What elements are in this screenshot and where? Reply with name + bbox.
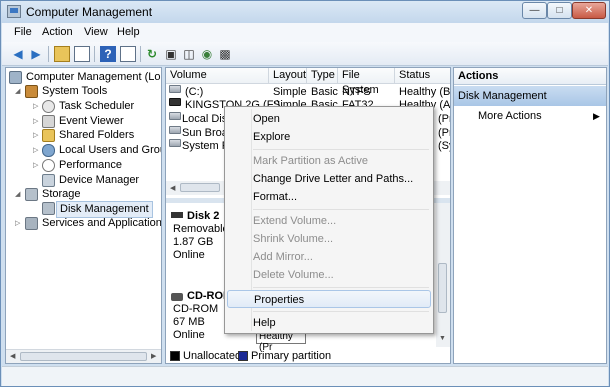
title-bar[interactable]: Computer Management — □ ✕ bbox=[1, 1, 609, 23]
scroll-thumb[interactable] bbox=[438, 263, 447, 313]
navigation-tree: Computer Management (Local ◢ System Tool… bbox=[5, 67, 162, 364]
menu-help[interactable]: Help bbox=[117, 26, 140, 38]
unallocated-swatch bbox=[170, 351, 180, 361]
menu-delete-volume: Delete Volume... bbox=[253, 269, 334, 281]
computer-management-icon bbox=[7, 5, 21, 18]
tools-icon bbox=[25, 85, 38, 98]
console-icon[interactable] bbox=[120, 46, 136, 62]
menu-file[interactable]: File bbox=[14, 26, 32, 38]
column-file-system[interactable]: File System bbox=[338, 68, 395, 96]
expand-icon[interactable]: ▷ bbox=[33, 118, 40, 125]
actions-section-disk-management[interactable]: Disk Management bbox=[454, 86, 606, 106]
menu-format[interactable]: Format... bbox=[253, 188, 429, 206]
menu-help-item[interactable]: Help bbox=[253, 314, 429, 332]
menu-view[interactable]: View bbox=[84, 26, 108, 38]
scroll-thumb[interactable] bbox=[180, 183, 220, 192]
computer-management-window: Computer Management — □ ✕ File Action Vi… bbox=[0, 0, 610, 387]
drive-icon bbox=[169, 126, 181, 134]
expand-icon[interactable]: ▷ bbox=[33, 147, 40, 154]
console2-icon[interactable]: ▩ bbox=[217, 46, 233, 62]
legend: Unallocated Primary partition bbox=[166, 348, 450, 363]
actions-header: Actions bbox=[454, 68, 606, 85]
expand-icon[interactable]: ▷ bbox=[15, 220, 22, 227]
forward-arrow-icon[interactable]: ▶ bbox=[28, 46, 44, 62]
column-volume[interactable]: Volume bbox=[166, 68, 269, 84]
tree-horizontal-scrollbar[interactable]: ◀ ▶ bbox=[6, 349, 161, 363]
menu-open[interactable]: Open bbox=[253, 110, 429, 128]
scroll-down-icon[interactable]: ▼ bbox=[439, 335, 446, 342]
menu-shrink-volume: Shrink Volume... bbox=[253, 233, 334, 245]
shared-folder-icon bbox=[42, 129, 55, 142]
disk-icon[interactable]: ◉ bbox=[199, 46, 215, 62]
menu-separator bbox=[253, 311, 429, 312]
toolbar-separator bbox=[140, 46, 141, 62]
drive-icon bbox=[169, 139, 181, 147]
minimize-button[interactable]: — bbox=[522, 2, 547, 19]
show-hide-tree-icon[interactable] bbox=[74, 46, 90, 62]
disk-management-icon bbox=[42, 202, 55, 215]
toolbar: ◀ ▶ ? ↻ ▣ ◫ ◉ ▩ bbox=[2, 42, 608, 66]
menu-action[interactable]: Action bbox=[42, 26, 73, 38]
performance-icon bbox=[42, 159, 55, 172]
menu-explore[interactable]: Explore bbox=[253, 128, 429, 146]
legend-unallocated: Unallocated bbox=[183, 350, 242, 362]
back-arrow-icon[interactable]: ◀ bbox=[10, 46, 26, 62]
column-status[interactable]: Status bbox=[395, 68, 450, 84]
help-icon[interactable]: ? bbox=[100, 46, 116, 62]
up-folder-icon[interactable] bbox=[54, 46, 70, 62]
cd-drive-icon bbox=[171, 293, 183, 301]
removable-disk-icon bbox=[171, 212, 183, 218]
event-viewer-icon bbox=[42, 115, 55, 128]
export-icon[interactable]: ◫ bbox=[181, 46, 197, 62]
window-title: Computer Management bbox=[26, 5, 153, 19]
expand-icon[interactable]: ▷ bbox=[33, 132, 40, 139]
properties-icon[interactable]: ▣ bbox=[163, 46, 179, 62]
menu-add-mirror: Add Mirror... bbox=[253, 251, 313, 263]
menu-separator bbox=[253, 209, 429, 210]
menu-separator bbox=[253, 287, 429, 288]
menu-mark-partition-active: Mark Partition as Active bbox=[253, 155, 368, 167]
status-bar bbox=[2, 366, 608, 386]
more-actions-link[interactable]: More Actions bbox=[478, 109, 542, 123]
expand-icon[interactable]: ▷ bbox=[33, 103, 40, 110]
menu-extend-volume: Extend Volume... bbox=[253, 215, 337, 227]
drive-icon bbox=[169, 85, 181, 93]
menu-bar: File Action View Help bbox=[2, 23, 608, 42]
scroll-left-icon[interactable]: ◀ bbox=[170, 184, 175, 192]
scroll-thumb[interactable] bbox=[20, 352, 147, 361]
refresh-icon[interactable]: ↻ bbox=[144, 46, 160, 62]
menu-change-drive-letter[interactable]: Change Drive Letter and Paths... bbox=[253, 170, 429, 188]
collapse-icon[interactable]: ◢ bbox=[15, 191, 22, 198]
users-icon bbox=[42, 144, 55, 157]
close-button[interactable]: ✕ bbox=[572, 2, 606, 19]
collapse-icon[interactable]: ◢ bbox=[15, 88, 22, 95]
maximize-button[interactable]: □ bbox=[547, 2, 572, 19]
primary-partition-swatch bbox=[238, 351, 248, 361]
services-icon bbox=[25, 217, 38, 230]
menu-separator bbox=[253, 149, 429, 150]
computer-icon bbox=[9, 71, 22, 84]
disk-view-scrollbar[interactable]: ▼ bbox=[436, 203, 450, 347]
scroll-left-icon[interactable]: ◀ bbox=[10, 352, 15, 360]
device-manager-icon bbox=[42, 174, 55, 187]
scroll-right-icon[interactable]: ▶ bbox=[151, 352, 156, 360]
usb-drive-icon bbox=[169, 98, 181, 106]
clock-icon bbox=[42, 100, 55, 113]
actions-pane: Actions Disk Management More Actions ▶ bbox=[453, 67, 607, 364]
column-type[interactable]: Type bbox=[307, 68, 338, 84]
submenu-arrow-icon: ▶ bbox=[593, 111, 600, 121]
toolbar-separator bbox=[94, 46, 95, 62]
storage-icon bbox=[25, 188, 38, 201]
legend-primary: Primary partition bbox=[251, 350, 332, 362]
expand-icon[interactable]: ▷ bbox=[33, 162, 40, 169]
volume-row[interactable]: (C:) Simple Basic NTFS Healthy (Bo bbox=[166, 85, 450, 99]
column-layout[interactable]: Layout bbox=[269, 68, 307, 84]
drive-icon bbox=[169, 112, 181, 120]
context-menu: Open Explore Mark Partition as Active Ch… bbox=[224, 106, 434, 334]
toolbar-separator bbox=[48, 46, 49, 62]
menu-properties[interactable]: Properties bbox=[227, 290, 431, 308]
